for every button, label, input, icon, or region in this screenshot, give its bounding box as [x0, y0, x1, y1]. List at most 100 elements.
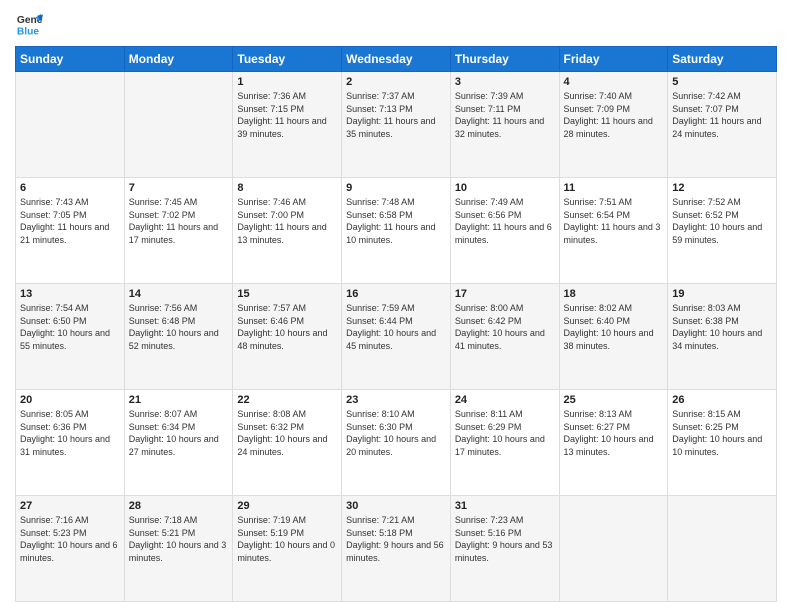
calendar-cell: 20 Sunrise: 8:05 AM Sunset: 6:36 PM Dayli… [16, 390, 125, 496]
day-content: Sunrise: 7:54 AM Sunset: 6:50 PM Dayligh… [20, 302, 120, 352]
day-content: Sunrise: 7:48 AM Sunset: 6:58 PM Dayligh… [346, 196, 446, 246]
day-number: 10 [455, 182, 555, 194]
day-content: Sunrise: 7:51 AM Sunset: 6:54 PM Dayligh… [564, 196, 664, 246]
calendar-cell: 4Sunrise: 7:40 AM Sunset: 7:09 PM Daylig… [559, 72, 668, 178]
day-content: Sunrise: 7:59 AM Sunset: 6:44 PM Dayligh… [346, 302, 446, 352]
day-number: 8 [237, 182, 337, 194]
day-content: Sunrise: 7:46 AM Sunset: 7:00 PM Dayligh… [237, 196, 337, 246]
day-number: 5 [672, 76, 772, 88]
calendar-cell: 17 Sunrise: 8:00 AM Sunset: 6:42 PM Dayli… [450, 284, 559, 390]
calendar-cell: 23 Sunrise: 8:10 AM Sunset: 6:30 PM Dayli… [342, 390, 451, 496]
day-number: 4 [564, 76, 664, 88]
day-content: Sunrise: 7:36 AM Sunset: 7:15 PM Dayligh… [237, 90, 337, 140]
logo-icon: General Blue [15, 10, 43, 38]
header: General Blue [15, 10, 777, 38]
day-content: Sunrise: 7:52 AM Sunset: 6:52 PM Dayligh… [672, 196, 772, 246]
calendar-cell: 12 Sunrise: 7:52 AM Sunset: 6:52 PM Dayli… [668, 178, 777, 284]
day-number: 9 [346, 182, 446, 194]
calendar-week-row: 1 Sunrise: 7:36 AM Sunset: 7:15 PM Daylig… [16, 72, 777, 178]
calendar-week-row: 13 Sunrise: 7:54 AM Sunset: 6:50 PM Dayli… [16, 284, 777, 390]
day-number: 14 [129, 288, 229, 300]
calendar-cell [16, 72, 125, 178]
day-number: 16 [346, 288, 446, 300]
day-content: Sunrise: 7:37 AM Sunset: 7:13 PM Dayligh… [346, 90, 446, 140]
day-content: Sunrise: 8:00 AM Sunset: 6:42 PM Dayligh… [455, 302, 555, 352]
calendar-cell: 29 Sunrise: 7:19 AM Sunset: 5:19 PM Dayli… [233, 496, 342, 602]
day-number: 17 [455, 288, 555, 300]
calendar-cell: 22 Sunrise: 8:08 AM Sunset: 6:32 PM Dayli… [233, 390, 342, 496]
calendar-cell: 26Sunrise: 8:15 AM Sunset: 6:25 PM Dayli… [668, 390, 777, 496]
day-content: Sunrise: 7:49 AM Sunset: 6:56 PM Dayligh… [455, 196, 555, 246]
svg-text:Blue: Blue [17, 26, 40, 37]
weekday-header-row: SundayMondayTuesdayWednesdayThursdayFrid… [16, 47, 777, 72]
day-number: 20 [20, 394, 120, 406]
day-content: Sunrise: 7:39 AM Sunset: 7:11 PM Dayligh… [455, 90, 555, 140]
day-number: 27 [20, 500, 120, 512]
weekday-header: Friday [559, 47, 668, 72]
calendar-cell: 21 Sunrise: 8:07 AM Sunset: 6:34 PM Dayli… [124, 390, 233, 496]
calendar-week-row: 6 Sunrise: 7:43 AM Sunset: 7:05 PM Daylig… [16, 178, 777, 284]
day-content: Sunrise: 7:16 AM Sunset: 5:23 PM Dayligh… [20, 514, 120, 564]
calendar-cell: 25 Sunrise: 8:13 AM Sunset: 6:27 PM Dayli… [559, 390, 668, 496]
day-content: Sunrise: 7:43 AM Sunset: 7:05 PM Dayligh… [20, 196, 120, 246]
day-number: 23 [346, 394, 446, 406]
weekday-header: Wednesday [342, 47, 451, 72]
day-content: Sunrise: 7:19 AM Sunset: 5:19 PM Dayligh… [237, 514, 337, 564]
calendar-week-row: 27 Sunrise: 7:16 AM Sunset: 5:23 PM Dayli… [16, 496, 777, 602]
calendar-cell: 5 Sunrise: 7:42 AM Sunset: 7:07 PM Daylig… [668, 72, 777, 178]
page: General Blue SundayMondayTuesdayWednesda… [0, 0, 792, 612]
calendar-cell: 27 Sunrise: 7:16 AM Sunset: 5:23 PM Dayli… [16, 496, 125, 602]
day-number: 13 [20, 288, 120, 300]
day-number: 7 [129, 182, 229, 194]
day-content: Sunrise: 7:57 AM Sunset: 6:46 PM Dayligh… [237, 302, 337, 352]
calendar-cell: 14 Sunrise: 7:56 AM Sunset: 6:48 PM Dayli… [124, 284, 233, 390]
calendar-week-row: 20 Sunrise: 8:05 AM Sunset: 6:36 PM Dayli… [16, 390, 777, 496]
calendar-cell: 30Sunrise: 7:21 AM Sunset: 5:18 PM Dayli… [342, 496, 451, 602]
day-content: Sunrise: 8:02 AM Sunset: 6:40 PM Dayligh… [564, 302, 664, 352]
day-number: 22 [237, 394, 337, 406]
calendar-cell: 28Sunrise: 7:18 AM Sunset: 5:21 PM Dayli… [124, 496, 233, 602]
day-number: 29 [237, 500, 337, 512]
day-content: Sunrise: 8:10 AM Sunset: 6:30 PM Dayligh… [346, 408, 446, 458]
day-number: 26 [672, 394, 772, 406]
day-number: 15 [237, 288, 337, 300]
weekday-header: Tuesday [233, 47, 342, 72]
day-content: Sunrise: 7:21 AM Sunset: 5:18 PM Dayligh… [346, 514, 446, 564]
day-number: 12 [672, 182, 772, 194]
calendar-cell: 24 Sunrise: 8:11 AM Sunset: 6:29 PM Dayli… [450, 390, 559, 496]
day-number: 24 [455, 394, 555, 406]
weekday-header: Thursday [450, 47, 559, 72]
calendar-cell: 8 Sunrise: 7:46 AM Sunset: 7:00 PM Daylig… [233, 178, 342, 284]
day-content: Sunrise: 7:42 AM Sunset: 7:07 PM Dayligh… [672, 90, 772, 140]
day-content: Sunrise: 8:11 AM Sunset: 6:29 PM Dayligh… [455, 408, 555, 458]
calendar-cell: 15 Sunrise: 7:57 AM Sunset: 6:46 PM Dayli… [233, 284, 342, 390]
calendar-cell: 7 Sunrise: 7:45 AM Sunset: 7:02 PM Daylig… [124, 178, 233, 284]
day-content: Sunrise: 7:23 AM Sunset: 5:16 PM Dayligh… [455, 514, 555, 564]
calendar-cell: 31 Sunrise: 7:23 AM Sunset: 5:16 PM Dayli… [450, 496, 559, 602]
weekday-header: Monday [124, 47, 233, 72]
calendar-cell: 11Sunrise: 7:51 AM Sunset: 6:54 PM Dayli… [559, 178, 668, 284]
day-content: Sunrise: 7:56 AM Sunset: 6:48 PM Dayligh… [129, 302, 229, 352]
calendar-cell: 13 Sunrise: 7:54 AM Sunset: 6:50 PM Dayli… [16, 284, 125, 390]
day-number: 6 [20, 182, 120, 194]
weekday-header: Sunday [16, 47, 125, 72]
day-number: 1 [237, 76, 337, 88]
calendar-cell: 18Sunrise: 8:02 AM Sunset: 6:40 PM Dayli… [559, 284, 668, 390]
day-number: 31 [455, 500, 555, 512]
calendar-cell: 16 Sunrise: 7:59 AM Sunset: 6:44 PM Dayli… [342, 284, 451, 390]
calendar-cell: 19Sunrise: 8:03 AM Sunset: 6:38 PM Dayli… [668, 284, 777, 390]
calendar-cell [668, 496, 777, 602]
calendar-cell: 3Sunrise: 7:39 AM Sunset: 7:11 PM Daylig… [450, 72, 559, 178]
day-content: Sunrise: 8:03 AM Sunset: 6:38 PM Dayligh… [672, 302, 772, 352]
calendar-cell: 9 Sunrise: 7:48 AM Sunset: 6:58 PM Daylig… [342, 178, 451, 284]
weekday-header: Saturday [668, 47, 777, 72]
day-content: Sunrise: 7:45 AM Sunset: 7:02 PM Dayligh… [129, 196, 229, 246]
calendar-cell: 1 Sunrise: 7:36 AM Sunset: 7:15 PM Daylig… [233, 72, 342, 178]
day-content: Sunrise: 8:13 AM Sunset: 6:27 PM Dayligh… [564, 408, 664, 458]
day-content: Sunrise: 8:07 AM Sunset: 6:34 PM Dayligh… [129, 408, 229, 458]
day-number: 21 [129, 394, 229, 406]
calendar-cell [124, 72, 233, 178]
day-content: Sunrise: 8:08 AM Sunset: 6:32 PM Dayligh… [237, 408, 337, 458]
day-content: Sunrise: 8:05 AM Sunset: 6:36 PM Dayligh… [20, 408, 120, 458]
day-number: 25 [564, 394, 664, 406]
